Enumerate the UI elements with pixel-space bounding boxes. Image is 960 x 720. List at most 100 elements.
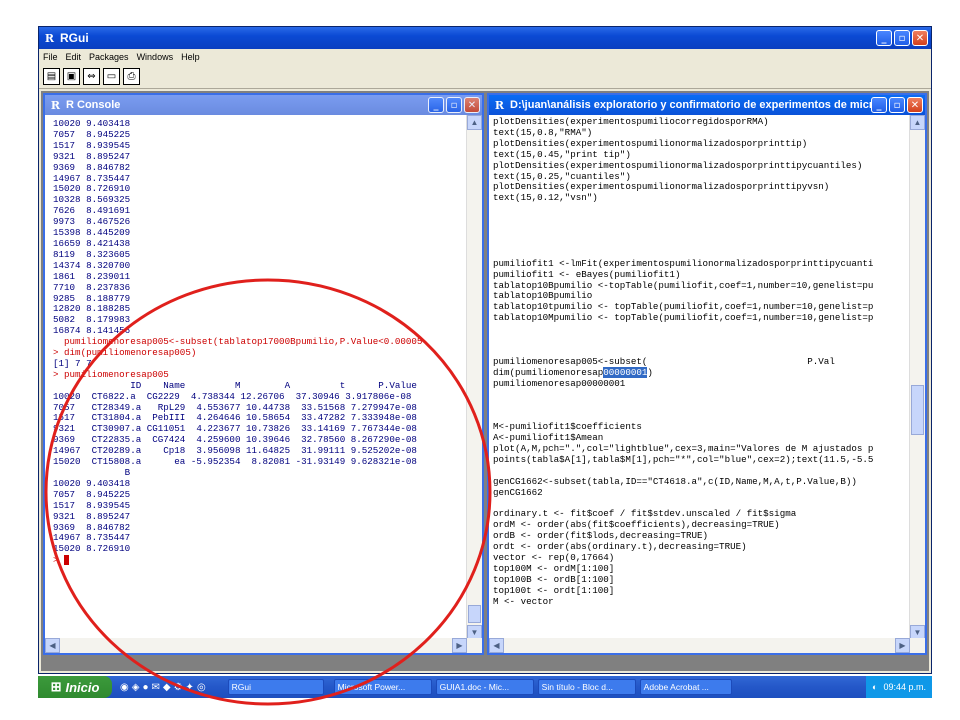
console-minimize-button[interactable]: _ [428,97,444,113]
console-titlebar[interactable]: R R Console _ ▫ ✕ [45,95,482,115]
console-title: R Console [66,99,121,111]
console-line: 9321 8.895247 [53,150,131,162]
save-icon[interactable]: ▣ [63,68,80,85]
console-scroll-thumb[interactable] [468,605,481,623]
editor-line: text(15,0.45,"print tip") [493,148,631,160]
console-output[interactable]: 10020 9.403418 7057 8.945225 1517 8.939545… [53,119,465,627]
menu-edit[interactable]: Edit [66,52,82,62]
rgui-window: R RGui _ ▫ ✕ File Edit Packages Windows … [38,26,932,674]
toolbar: ▤ ▣ ⇔ ▭ ⎙ [39,65,931,89]
task-label: Microsoft Power... [337,682,406,692]
scroll-up-icon[interactable]: ▲ [467,115,482,130]
quick-launch-icon[interactable]: ● [142,682,148,693]
mdi-area: R R Console _ ▫ ✕ 10020 9.403418 7057 8.9… [41,91,929,671]
editor-text[interactable]: plotDensities(experimentospumiliocorregi… [493,117,911,622]
quick-launch-icon[interactable]: ◆ [163,682,171,693]
console-line: 1517 8.939545 [53,499,131,511]
scroll-right-icon[interactable]: ▶ [895,638,910,653]
editor-titlebar[interactable]: R D:\juan\análisis exploratorio y confir… [489,95,925,115]
r-logo-icon: R [50,98,61,112]
editor-line: M <- vector [493,595,554,607]
task-label: Adobe Acrobat ... [643,682,709,692]
editor-line: genCG1662 [493,486,543,498]
editor-maximize-button[interactable]: ▫ [889,97,905,113]
console-vscrollbar[interactable]: ▲ ▼ [466,115,482,640]
task-acrobat[interactable]: Adobe Acrobat ... [639,679,732,695]
quick-launch-icon[interactable]: ⚙ [174,682,183,693]
editor-hscrollbar[interactable]: ◀ ▶ [489,638,925,653]
console-line: > dim(pumiliomenoresap005) [53,347,197,359]
task-label: RGui [231,682,252,692]
console-line: 9321 8.895247 [53,510,131,522]
minimize-button[interactable]: _ [876,30,892,46]
editor-scroll-thumb[interactable] [911,385,924,435]
rgui-titlebar[interactable]: R RGui _ ▫ ✕ [39,27,931,49]
r-console-window[interactable]: R R Console _ ▫ ✕ 10020 9.403418 7057 8.9… [43,93,484,655]
start-label: Inicio [65,679,100,695]
task-rgui[interactable]: RGui [227,679,324,695]
editor-vscrollbar[interactable]: ▲ ▼ [909,115,925,640]
menu-windows[interactable]: Windows [137,52,174,62]
scroll-left-icon[interactable]: ◀ [489,638,504,653]
quick-launch-icon[interactable]: ✉ [151,682,159,693]
task-label: GUIA1.doc - Mic... [439,682,510,692]
quick-launch-icon[interactable]: ◉ [120,682,129,693]
editor-line: top100t <- ordt[1:100] [493,584,615,596]
editor-line: points(tabla$A[1],tabla$M[1],pch="*",col… [493,453,874,465]
menu-file[interactable]: File [43,52,58,62]
editor-line: tablatop10Mpumilio <- topTable(pumiliofi… [493,312,874,324]
editor-line: text(15,0.12,"vsn") [493,192,598,204]
start-button[interactable]: ⊞ Inicio [38,676,112,698]
print-icon[interactable]: ⎙ [123,68,140,85]
console-maximize-button[interactable]: ▫ [446,97,462,113]
menu-packages[interactable]: Packages [89,52,129,62]
windows-flag-icon: ⊞ [50,679,62,694]
app-title: RGui [60,31,89,45]
console-line: 15020 8.726910 [53,543,131,555]
clock: 09:44 p.m. [883,682,926,692]
console-line: 1861 8.239011 [53,270,131,282]
menu-help[interactable]: Help [181,52,200,62]
editor-line: genCG1662<-subset(tabla,ID=="CT4618.a",c… [493,475,857,487]
tray-icon[interactable]: ◐ [872,682,877,692]
task-powerpoint[interactable]: Microsoft Power... [333,679,432,695]
script-editor-window[interactable]: R D:\juan\análisis exploratorio y confir… [487,93,927,655]
quick-launch: ◉ ◈ ● ✉ ◆ ⚙ ✦ ◎ [120,682,206,693]
quick-launch-icon[interactable]: ◎ [197,682,206,693]
open-script-icon[interactable]: ▤ [43,68,60,85]
task-notepad[interactable]: Sin título - Bloc d... [537,679,636,695]
selected-text: 00000001 [603,366,648,378]
console-hscrollbar[interactable]: ◀ ▶ [45,638,482,653]
copy-paste-icon[interactable]: ⇔ [83,68,100,85]
console-line: 10020 CT6822.a CG2229 4.738344 12.26706 … [53,390,412,402]
r-logo-icon: R [44,31,55,45]
console-line: 9369 8.846782 [53,161,131,173]
text-cursor [64,555,70,566]
scroll-up-icon[interactable]: ▲ [910,115,925,130]
console-line: 7710 8.237836 [53,281,131,293]
r-logo-icon: R [494,98,505,112]
quick-launch-icon[interactable]: ✦ [186,682,194,693]
taskbar: ⊞ Inicio ◉ ◈ ● ✉ ◆ ⚙ ✦ ◎ RGui Microsoft … [38,676,932,698]
editor-line: pumiliofit1 <- eBayes(pumiliofit1) [493,268,681,280]
quick-launch-icon[interactable]: ◈ [132,682,140,693]
editor-line: plotDensities(experimentospumilionormali… [493,159,863,171]
editor-line: pumiliomenoresap00000001 [493,377,626,389]
editor-close-button[interactable]: ✕ [907,97,923,113]
console-close-button[interactable]: ✕ [464,97,480,113]
console-icon[interactable]: ▭ [103,68,120,85]
scroll-right-icon[interactable]: ▶ [452,638,467,653]
scroll-left-icon[interactable]: ◀ [45,638,60,653]
maximize-button[interactable]: ▫ [894,30,910,46]
task-word[interactable]: GUIA1.doc - Mic... [435,679,534,695]
menu-bar: File Edit Packages Windows Help [39,49,931,65]
editor-title: D:\juan\análisis exploratorio y confirma… [510,99,880,111]
close-button[interactable]: ✕ [912,30,928,46]
editor-minimize-button[interactable]: _ [871,97,887,113]
